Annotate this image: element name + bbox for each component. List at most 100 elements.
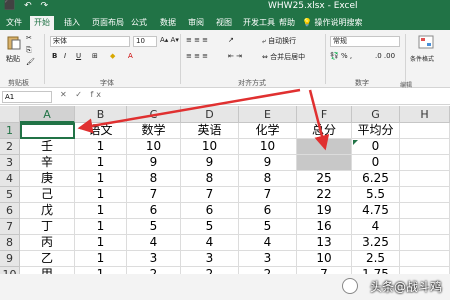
currency-icon[interactable]: 💱 % , (330, 52, 352, 60)
column-header-h[interactable]: H (400, 106, 450, 123)
cell-e2[interactable]: 10 (239, 139, 297, 155)
column-header-a[interactable]: A (20, 106, 75, 123)
cell-h6[interactable] (400, 203, 450, 219)
cell-c1[interactable]: 数学 (127, 123, 181, 139)
conditional-format-icon[interactable] (418, 34, 434, 50)
cell-c8[interactable]: 4 (127, 235, 181, 251)
orientation-icon[interactable]: ↗ (228, 36, 234, 44)
cell-b8[interactable]: 1 (75, 235, 127, 251)
paste-icon[interactable] (6, 34, 22, 50)
cell-e8[interactable]: 4 (239, 235, 297, 251)
underline-button[interactable]: U (76, 52, 81, 60)
cell-h2[interactable] (400, 139, 450, 155)
merge-center-button[interactable]: ⇔ 合并后居中 (262, 52, 305, 62)
cell-e5[interactable]: 7 (239, 187, 297, 203)
cell-d1[interactable]: 英语 (181, 123, 239, 139)
cell-d5[interactable]: 7 (181, 187, 239, 203)
cell-e4[interactable]: 8 (239, 171, 297, 187)
bold-button[interactable]: B (52, 52, 57, 60)
cell-e6[interactable]: 6 (239, 203, 297, 219)
tell-me-search[interactable]: 💡 操作说明搜索 (298, 16, 367, 30)
row-header[interactable]: 4 (0, 171, 20, 187)
fill-color-icon[interactable]: ◆ (110, 52, 115, 60)
row-header[interactable]: 9 (0, 251, 20, 267)
cell-a4[interactable]: 庚 (20, 171, 75, 187)
cell-g4[interactable]: 6.25 (352, 171, 400, 187)
cell-f6[interactable]: 19 (297, 203, 352, 219)
quick-access-toolbar[interactable]: ⬛ ↶ ↷ (4, 1, 51, 11)
column-header-d[interactable]: D (181, 106, 239, 123)
borders-icon[interactable]: ⊞ (92, 52, 98, 60)
cell-h3[interactable] (400, 155, 450, 171)
paste-button[interactable]: 粘贴 (6, 54, 20, 64)
cell-d9[interactable]: 3 (181, 251, 239, 267)
align-left-icon[interactable]: ≡ ≡ ≡ (186, 52, 208, 60)
name-box[interactable]: A1 (2, 91, 52, 103)
cell-c5[interactable]: 7 (127, 187, 181, 203)
cell-b7[interactable]: 1 (75, 219, 127, 235)
cell-f3[interactable] (297, 155, 352, 171)
cell-e7[interactable]: 5 (239, 219, 297, 235)
indent-icon[interactable]: ⇤ ⇥ (228, 52, 242, 60)
cell-f9[interactable]: 10 (297, 251, 352, 267)
column-header-f[interactable]: F (297, 106, 352, 123)
cell-f8[interactable]: 13 (297, 235, 352, 251)
column-header-g[interactable]: G (352, 106, 400, 123)
cell-e9[interactable]: 3 (239, 251, 297, 267)
cell-b2[interactable]: 1 (75, 139, 127, 155)
row-header[interactable]: 3 (0, 155, 20, 171)
number-format-select[interactable]: 常规 (330, 36, 400, 47)
cell-c6[interactable]: 6 (127, 203, 181, 219)
cell-d6[interactable]: 6 (181, 203, 239, 219)
cell-a1[interactable] (20, 123, 75, 139)
tab-page-layout[interactable]: 页面布局 (88, 16, 128, 30)
tab-view[interactable]: 视图 (212, 16, 236, 30)
cell-h9[interactable] (400, 251, 450, 267)
tab-home[interactable]: 开始 (30, 16, 54, 30)
cell-a9[interactable]: 乙 (20, 251, 75, 267)
formula-buttons[interactable]: ✕ ✓ fx (60, 90, 104, 99)
cell-g7[interactable]: 4 (352, 219, 400, 235)
cell-f4[interactable]: 25 (297, 171, 352, 187)
tab-formulas[interactable]: 公式 (127, 16, 151, 30)
cell-f7[interactable]: 16 (297, 219, 352, 235)
cell-g3[interactable]: 0 (352, 155, 400, 171)
cell-g9[interactable]: 2.5 (352, 251, 400, 267)
cell-e3[interactable]: 9 (239, 155, 297, 171)
cell-g2[interactable]: 0 (352, 139, 400, 155)
cell-c9[interactable]: 3 (127, 251, 181, 267)
cut-icon[interactable]: ✂ (26, 34, 32, 42)
cell-a3[interactable]: 辛 (20, 155, 75, 171)
row-header[interactable]: 7 (0, 219, 20, 235)
row-header[interactable]: 6 (0, 203, 20, 219)
tab-file[interactable]: 文件 (2, 16, 26, 30)
cell-g5[interactable]: 5.5 (352, 187, 400, 203)
cell-d7[interactable]: 5 (181, 219, 239, 235)
row-header[interactable]: 8 (0, 235, 20, 251)
cell-a5[interactable]: 己 (20, 187, 75, 203)
font-size-select[interactable]: 10 (133, 36, 157, 47)
cell-h7[interactable] (400, 219, 450, 235)
copy-icon[interactable]: ⎘ (26, 46, 32, 55)
format-painter-icon[interactable]: 🖌 (26, 58, 35, 66)
tab-insert[interactable]: 插入 (60, 16, 84, 30)
cell-d2[interactable]: 10 (181, 139, 239, 155)
cell-b5[interactable]: 1 (75, 187, 127, 203)
cell-c4[interactable]: 8 (127, 171, 181, 187)
cell-g1[interactable]: 平均分 (352, 123, 400, 139)
cell-b1[interactable]: 语文 (75, 123, 127, 139)
cell-c3[interactable]: 9 (127, 155, 181, 171)
italic-button[interactable]: I (64, 52, 66, 60)
column-header-e[interactable]: E (239, 106, 297, 123)
cell-h1[interactable] (400, 123, 450, 139)
cell-d4[interactable]: 8 (181, 171, 239, 187)
tab-developer[interactable]: 开发工具 (239, 16, 279, 30)
font-color-icon[interactable]: A (128, 52, 133, 60)
font-grow-icon[interactable]: A▴ A▾ (160, 36, 179, 44)
cell-g8[interactable]: 3.25 (352, 235, 400, 251)
row-header[interactable]: 2 (0, 139, 20, 155)
cell-b4[interactable]: 1 (75, 171, 127, 187)
align-top-icon[interactable]: ≡ ≡ ≡ (186, 36, 208, 44)
cell-b9[interactable]: 1 (75, 251, 127, 267)
column-header-c[interactable]: C (127, 106, 181, 123)
